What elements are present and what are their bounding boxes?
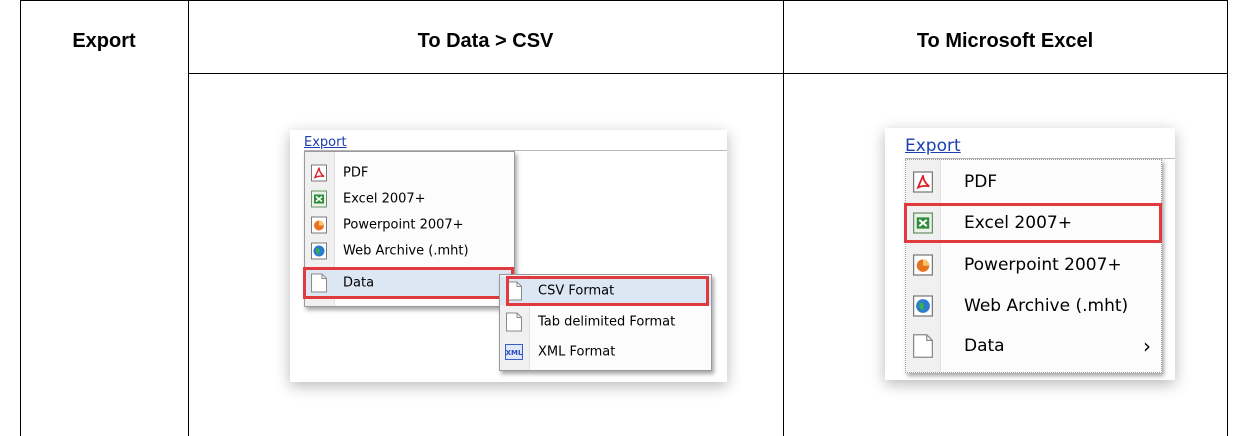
menu-item-excel[interactable]: Excel 2007+: [305, 186, 514, 212]
header-to-data-csv: To Data > CSV: [417, 30, 554, 52]
export-menu: PDF Excel 2007+ Powerpoint 2007+ Web Arc…: [303, 151, 515, 307]
table-border-right: [1227, 0, 1228, 436]
powerpoint-icon: [311, 216, 327, 234]
menu-item-label: Web Archive (.mht): [964, 296, 1129, 316]
document-icon: [913, 334, 933, 358]
menu-item-label: Powerpoint 2007+: [343, 217, 464, 233]
column-divider-2: [783, 0, 784, 436]
menu-item-web-archive[interactable]: Web Archive (.mht): [305, 238, 514, 264]
web-archive-icon: [913, 295, 933, 317]
header-divider: [188, 73, 1228, 74]
pdf-icon: [311, 164, 327, 182]
highlight-box-csv: [506, 276, 709, 306]
menu-item-web-archive[interactable]: Web Archive (.mht): [906, 287, 1161, 325]
menu-item-data[interactable]: Data ›: [906, 327, 1161, 365]
table-border-left: [20, 0, 21, 436]
menu-item-label: PDF: [964, 172, 998, 192]
screenshot-excel: Export PDF Excel 2007+ Powerpoint 2007+ …: [885, 128, 1175, 380]
xml-icon: XML: [505, 344, 523, 360]
header-export: Export: [72, 30, 136, 52]
table-border-top: [20, 0, 1228, 1]
highlight-box-excel: [904, 203, 1162, 243]
menu-item-pdf[interactable]: PDF: [906, 164, 1161, 200]
export-link[interactable]: Export: [905, 136, 961, 156]
screenshot-data-csv: Export PDF Excel 2007+ Powerpoint 2007+ …: [290, 130, 727, 382]
pdf-icon: [913, 171, 933, 193]
menu-item-pdf[interactable]: PDF: [305, 160, 514, 186]
submenu-item-xml[interactable]: XML XML Format: [500, 338, 711, 366]
data-submenu: CSV Format Tab delimited Format XML XML …: [499, 274, 712, 371]
menu-item-powerpoint[interactable]: Powerpoint 2007+: [305, 212, 514, 238]
menu-item-label: Powerpoint 2007+: [964, 255, 1122, 275]
excel-icon: [311, 190, 327, 208]
menu-item-label: PDF: [343, 165, 369, 181]
header-to-microsoft-excel: To Microsoft Excel: [916, 30, 1094, 52]
svg-text:XML: XML: [506, 349, 523, 357]
submenu-item-tab-delimited[interactable]: Tab delimited Format: [500, 308, 711, 336]
chevron-right-icon: ›: [1143, 334, 1151, 358]
menu-item-label: Web Archive (.mht): [343, 243, 469, 259]
menu-item-powerpoint[interactable]: Powerpoint 2007+: [906, 246, 1161, 284]
menu-item-label: Excel 2007+: [343, 191, 426, 207]
export-menu: PDF Excel 2007+ Powerpoint 2007+ Web Arc…: [904, 159, 1162, 373]
document-icon: [506, 312, 522, 332]
menu-item-label: Data: [964, 336, 1005, 356]
export-link[interactable]: Export: [304, 135, 347, 150]
powerpoint-icon: [913, 254, 933, 276]
web-archive-icon: [311, 242, 327, 260]
submenu-item-label: XML Format: [538, 344, 616, 360]
column-divider-1: [188, 0, 189, 436]
highlight-box-data: [303, 267, 514, 299]
submenu-item-label: Tab delimited Format: [538, 314, 676, 330]
